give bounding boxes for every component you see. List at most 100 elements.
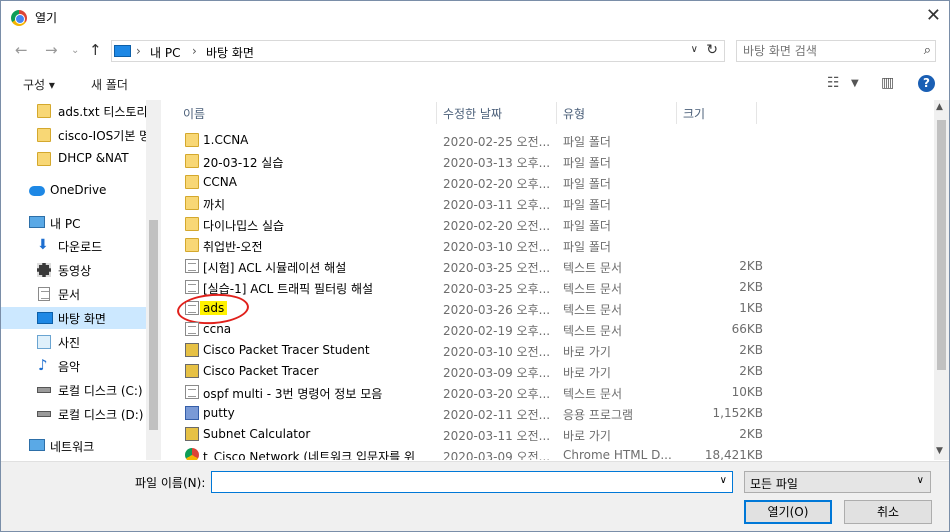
list-item[interactable]: 1.CCNA 2020-02-25 오전... 파일 폴더: [163, 130, 933, 151]
sidebar-item-label: 동영상: [58, 264, 92, 278]
up-icon[interactable]: ↑: [89, 41, 102, 59]
navigation-pane: ads.txt 티스토리 ^ cisco-IOS기본 명 DHCP &NAT O…: [1, 100, 161, 460]
open-button[interactable]: 열기(O): [744, 500, 832, 524]
sidebar-item-onedrive[interactable]: OneDrive: [1, 180, 146, 202]
chevron-down-icon[interactable]: ∨: [720, 475, 727, 486]
list-item[interactable]: 까치 2020-03-11 오후... 파일 폴더: [163, 193, 933, 214]
cancel-button[interactable]: 취소: [844, 500, 932, 524]
column-divider[interactable]: [556, 102, 557, 124]
view-options-icon[interactable]: ☷: [827, 75, 840, 91]
column-header-size[interactable]: 크기: [683, 105, 705, 127]
list-item[interactable]: [실습-1] ACL 트래픽 필터링 해설 2020-03-25 오후... 텍…: [163, 277, 933, 298]
list-item-highlighted[interactable]: ads 2020-03-26 오후... 텍스트 문서 1KB: [163, 291, 933, 327]
folder-icon: [37, 104, 51, 118]
file-type-filter[interactable]: 모든 파일 ∨: [744, 471, 931, 493]
address-dropdown-icon[interactable]: ∨: [691, 44, 698, 55]
download-icon: ⬇: [37, 237, 49, 253]
file-name: t_Cisco Network (네트워크 입문자를 위: [203, 450, 416, 460]
sidebar-item-drive-d[interactable]: 로컬 디스크 (D:): [1, 403, 146, 425]
chevron-down-icon[interactable]: ⌄: [71, 45, 79, 56]
scroll-up-icon[interactable]: ▲: [936, 102, 943, 112]
computer-icon: [114, 45, 131, 57]
folder-icon: [185, 133, 199, 147]
sidebar-item-drive-c[interactable]: 로컬 디스크 (C:): [1, 379, 146, 401]
column-divider[interactable]: [676, 102, 677, 124]
file-date: 2020-03-11 오전...: [443, 429, 551, 443]
list-item[interactable]: ccna 2020-02-19 오후... 텍스트 문서 66KB: [163, 319, 933, 340]
refresh-icon[interactable]: ↻: [706, 42, 718, 58]
search-icon[interactable]: ⌕: [924, 43, 931, 58]
chevron-down-icon[interactable]: ∨: [917, 475, 924, 486]
shortcut-icon: [185, 427, 199, 441]
help-icon[interactable]: ?: [918, 75, 935, 92]
file-type: 응용 프로그램: [563, 408, 634, 422]
file-type: 파일 폴더: [563, 219, 611, 233]
file-list: 이름 ^ 수정한 날짜 유형 크기 1.CCNA 2020-02-25 오전..…: [163, 100, 949, 460]
dialog-footer: 파일 이름(N): ∨ 모든 파일 ∨ 열기(O) 취소: [1, 461, 949, 531]
sidebar-item-ads-txt[interactable]: ads.txt 티스토리 ^: [1, 100, 146, 122]
list-item[interactable]: putty 2020-02-11 오전... 응용 프로그램 1,152KB: [163, 403, 933, 424]
sidebar-scrollbar-thumb[interactable]: [149, 220, 158, 430]
file-type: 텍스트 문서: [563, 387, 623, 401]
sidebar-item-cisco-ios[interactable]: cisco-IOS기본 명: [1, 124, 146, 146]
sidebar-item-documents[interactable]: 문서: [1, 283, 146, 305]
chevron-down-icon[interactable]: ▼: [851, 78, 859, 89]
file-type: Chrome HTML D...: [563, 448, 672, 460]
list-item[interactable]: 20-03-12 실습 2020-03-13 오후... 파일 폴더: [163, 151, 933, 172]
preview-pane-icon[interactable]: ▥: [881, 75, 894, 91]
filename-combobox[interactable]: ∨: [211, 471, 733, 493]
address-bar[interactable]: › 내 PC › 바탕 화면 ∨ ↻: [111, 40, 725, 62]
list-item[interactable]: Subnet Calculator 2020-03-11 오전... 바로 가기…: [163, 424, 933, 445]
sidebar-item-music[interactable]: ♪ 음악: [1, 355, 146, 377]
new-folder-button[interactable]: 새 폴더: [91, 76, 128, 93]
file-name: 1.CCNA: [203, 133, 249, 147]
file-type: 바로 가기: [563, 345, 611, 359]
column-divider[interactable]: [756, 102, 757, 124]
sidebar-item-this-pc[interactable]: 내 PC: [1, 212, 146, 234]
sidebar-item-videos[interactable]: 동영상: [1, 259, 146, 281]
folder-icon: [185, 175, 199, 189]
sidebar-item-downloads[interactable]: ⬇ 다운로드: [1, 235, 146, 257]
sidebar-scrollbar[interactable]: [146, 100, 161, 460]
list-item[interactable]: [시험] ACL 시뮬레이션 해설 2020-03-25 오전... 텍스트 문…: [163, 256, 933, 277]
list-item[interactable]: 다이나밉스 실습 2020-02-20 오전... 파일 폴더: [163, 214, 933, 235]
list-item[interactable]: 취업반-오전 2020-03-10 오전... 파일 폴더: [163, 235, 933, 256]
filename-input[interactable]: [216, 474, 706, 490]
breadcrumb-pc[interactable]: 내 PC: [150, 44, 180, 61]
list-item[interactable]: ospf multi - 3번 명령어 정보 모음 2020-03-20 오후.…: [163, 382, 933, 403]
forward-icon[interactable]: →: [45, 41, 58, 59]
file-list-scrollbar[interactable]: ▲ ▼: [934, 100, 949, 460]
breadcrumb-desktop[interactable]: 바탕 화면: [206, 44, 254, 61]
file-list-scrollbar-thumb[interactable]: [937, 120, 946, 370]
file-type: 텍스트 문서: [563, 282, 623, 296]
column-header-type[interactable]: 유형: [563, 105, 585, 127]
list-item[interactable]: CCNA 2020-02-20 오후... 파일 폴더: [163, 172, 933, 193]
list-item[interactable]: Cisco Packet Tracer Student 2020-03-10 오…: [163, 340, 933, 361]
file-date: 2020-03-25 오후...: [443, 282, 551, 296]
file-type: 바로 가기: [563, 429, 611, 443]
file-date: 2020-02-20 오전...: [443, 219, 551, 233]
column-header-date[interactable]: 수정한 날짜: [443, 105, 502, 127]
back-icon[interactable]: ←: [15, 41, 28, 59]
sidebar-item-network[interactable]: 네트워크: [1, 435, 146, 457]
sidebar-item-pictures[interactable]: 사진: [1, 331, 146, 353]
file-name: 다이나밉스 실습: [203, 219, 285, 233]
sidebar-item-label: DHCP &NAT: [58, 151, 129, 165]
sidebar-item-dhcp-nat[interactable]: DHCP &NAT: [1, 148, 146, 170]
file-name: Subnet Calculator: [203, 427, 311, 441]
toolbar: 구성 ▾ 새 폴더 ☷ ▼ ▥ ?: [1, 67, 949, 99]
file-type: 파일 폴더: [563, 240, 611, 254]
scroll-down-icon[interactable]: ▼: [936, 446, 943, 456]
column-divider[interactable]: [436, 102, 437, 124]
search-input[interactable]: [743, 43, 913, 59]
organize-button[interactable]: 구성 ▾: [23, 76, 55, 93]
cloud-icon: [29, 186, 45, 196]
file-date: 2020-03-09 오후...: [443, 366, 551, 380]
sidebar-item-desktop[interactable]: 바탕 화면: [1, 307, 146, 329]
list-item[interactable]: Cisco Packet Tracer 2020-03-09 오후... 바로 …: [163, 361, 933, 382]
list-item[interactable]: t_Cisco Network (네트워크 입문자를 위 2020-03-09 …: [163, 445, 933, 460]
column-header-name[interactable]: 이름: [183, 105, 205, 127]
search-box[interactable]: ⌕: [736, 40, 936, 62]
file-date: 2020-03-09 오전...: [443, 450, 551, 460]
close-icon[interactable]: ✕: [926, 6, 941, 26]
